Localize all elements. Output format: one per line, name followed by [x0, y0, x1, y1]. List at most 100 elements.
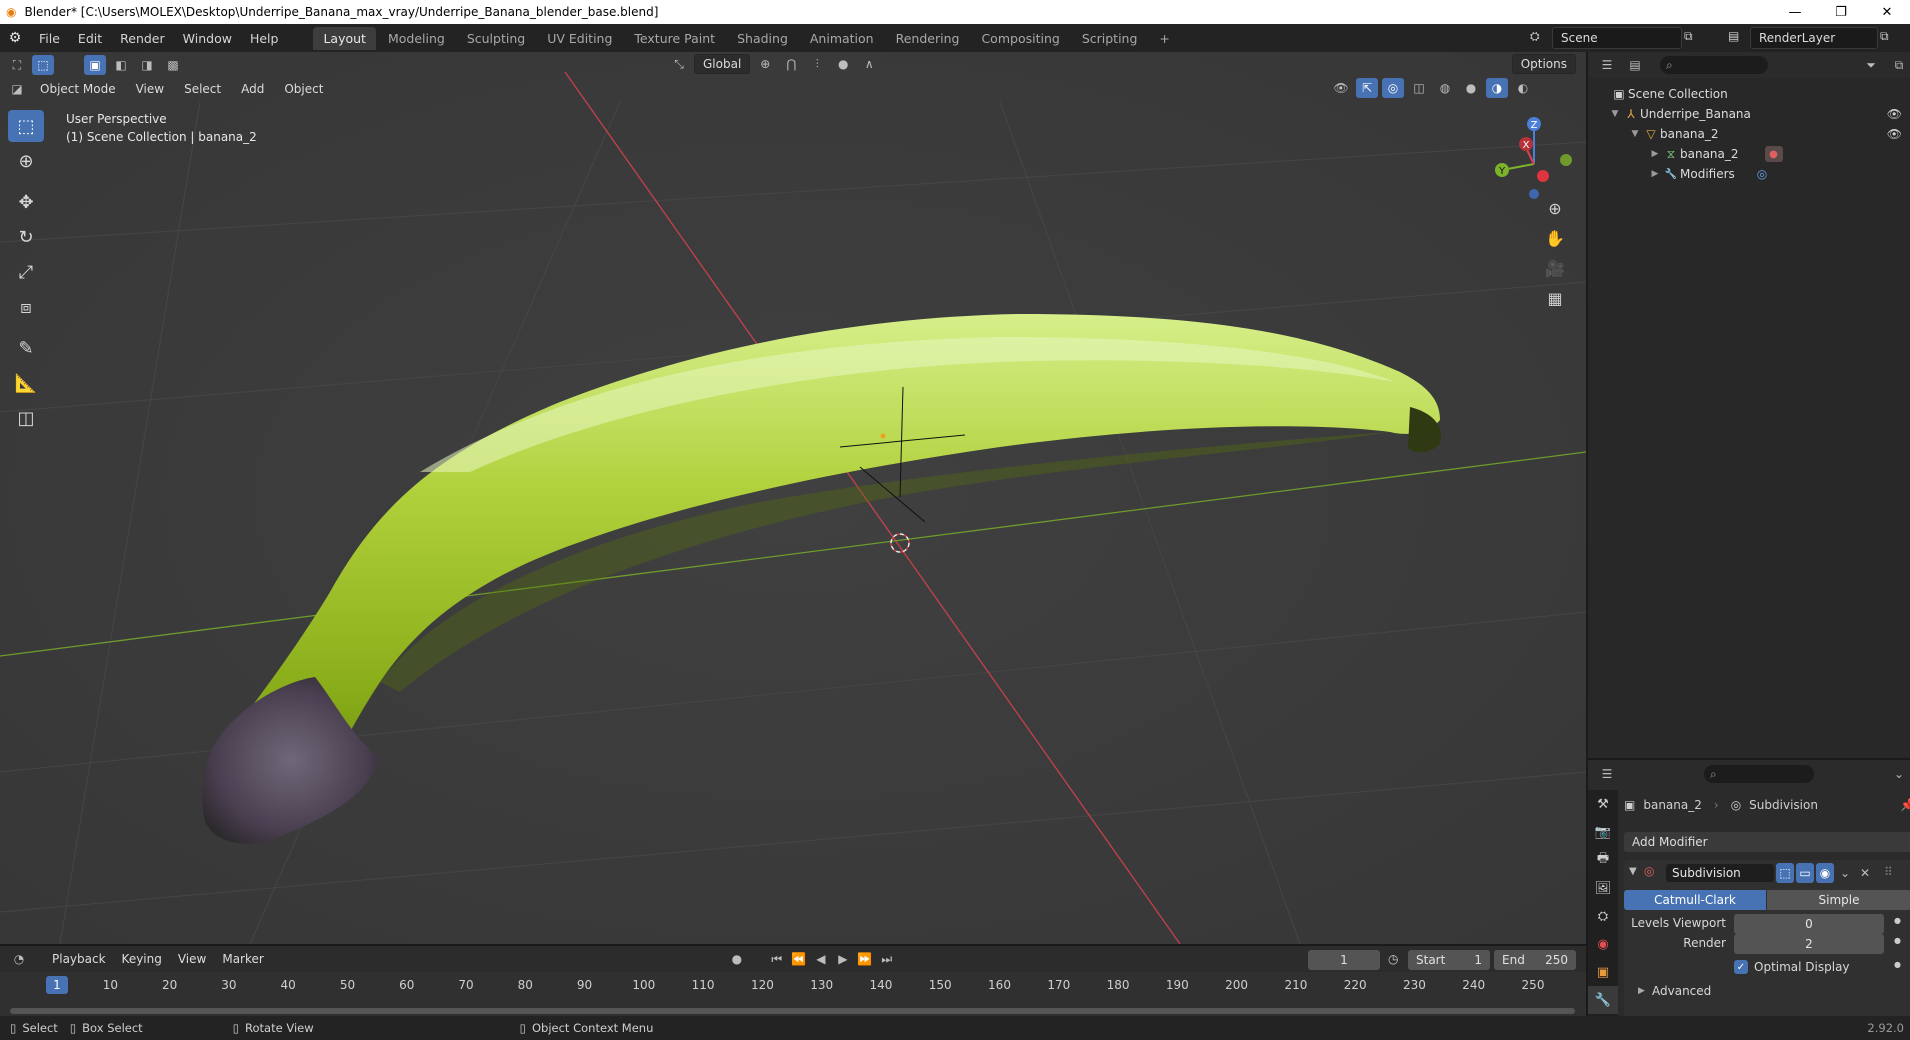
- timeline-editor-type-icon[interactable]: ◔: [8, 949, 30, 969]
- mode-dropdown[interactable]: Object Mode: [32, 80, 124, 98]
- close-button[interactable]: ✕: [1864, 0, 1910, 24]
- select-invert-icon[interactable]: ▩: [162, 55, 184, 75]
- jump-keyframe-back-icon[interactable]: ⏪: [788, 949, 810, 969]
- jump-end-icon[interactable]: ⏭: [876, 949, 898, 969]
- keyframe-dot-icon[interactable]: ●: [1894, 960, 1901, 969]
- menu-timeline-view[interactable]: View: [170, 950, 214, 968]
- properties-editor-type-icon[interactable]: ☰: [1596, 764, 1618, 784]
- menu-edit[interactable]: Edit: [69, 31, 111, 46]
- restore-button[interactable]: ❐: [1818, 0, 1864, 24]
- pan-hand-icon[interactable]: ✋: [1540, 224, 1570, 252]
- orientation-icon[interactable]: ⤡: [668, 54, 690, 74]
- object-tab-icon[interactable]: ▣: [1588, 958, 1618, 986]
- jump-start-icon[interactable]: ⏮: [766, 949, 788, 969]
- tab-animation[interactable]: Animation: [800, 27, 884, 50]
- outliner-row-banana-object[interactable]: ▼ ▽ banana_2 👁: [1588, 124, 1910, 144]
- menu-file[interactable]: File: [30, 31, 69, 46]
- optimal-display-checkbox[interactable]: ✓: [1734, 960, 1748, 974]
- blender-menu-icon[interactable]: ⚙: [0, 30, 30, 46]
- snap-icon[interactable]: ⋂: [780, 54, 802, 74]
- remove-modifier-icon[interactable]: ✕: [1856, 863, 1874, 883]
- outliner-row-underripe-banana[interactable]: ▼ ⅄ Underripe_Banana 👁: [1588, 104, 1910, 124]
- levels-viewport-field[interactable]: 0: [1734, 914, 1884, 934]
- add-cube-tool-icon[interactable]: ◫: [8, 402, 44, 434]
- menu-window[interactable]: Window: [174, 31, 241, 46]
- overlays-icon[interactable]: ◎: [1382, 78, 1404, 98]
- menu-render[interactable]: Render: [111, 31, 174, 46]
- display-mode-icon[interactable]: ▤: [1624, 55, 1646, 75]
- scale-tool-icon[interactable]: ⤢: [8, 256, 44, 288]
- rendered-shading-icon[interactable]: ◐: [1512, 78, 1534, 98]
- tab-texture-paint[interactable]: Texture Paint: [624, 27, 725, 50]
- playhead[interactable]: 1: [46, 976, 68, 994]
- timeline-scrollbar[interactable]: [10, 1008, 1575, 1014]
- measure-tool-icon[interactable]: 📐: [8, 367, 44, 399]
- material-icon[interactable]: ●: [1764, 146, 1783, 162]
- new-scene-icon[interactable]: ⧉: [1684, 29, 1693, 44]
- modifier-menu-chevron-icon[interactable]: ⌄: [1836, 863, 1854, 883]
- cursor-tool-icon[interactable]: ⊕: [8, 145, 44, 177]
- panel-collapse-arrow-icon[interactable]: ▼: [1629, 866, 1637, 877]
- viewport-toggle-icon[interactable]: ▭: [1796, 863, 1814, 883]
- scene-tab-icon[interactable]: ⛭: [1588, 902, 1618, 930]
- ortho-toggle-icon[interactable]: ▦: [1540, 284, 1570, 312]
- outliner-row-banana-mesh[interactable]: ▶ ⧖ banana_2 ●: [1588, 144, 1910, 164]
- filter-icon[interactable]: ⏷: [1860, 55, 1882, 75]
- render-toggle-icon[interactable]: ◉: [1816, 863, 1834, 883]
- visibility-eye-icon[interactable]: 👁: [1887, 127, 1902, 141]
- select-box-tool-icon[interactable]: ⬚: [8, 110, 44, 142]
- collapse-arrow-icon[interactable]: ▶: [1648, 149, 1662, 159]
- tab-modeling[interactable]: Modeling: [378, 27, 455, 50]
- outliner-scene-collection[interactable]: ▣ Scene Collection: [1588, 84, 1910, 104]
- render-layer-icon[interactable]: ▤: [1728, 29, 1739, 43]
- new-collection-icon[interactable]: ⧉: [1888, 55, 1910, 75]
- menu-object[interactable]: Object: [276, 80, 331, 98]
- rotate-tool-icon[interactable]: ↻: [8, 221, 44, 253]
- pivot-point-icon[interactable]: ⊕: [754, 54, 776, 74]
- transform-orientation-dropdown[interactable]: Global: [694, 54, 751, 74]
- select-subtract-icon[interactable]: ◨: [136, 55, 158, 75]
- menu-keying[interactable]: Keying: [114, 950, 170, 968]
- falloff-icon[interactable]: ∧: [858, 54, 880, 74]
- subdivision-modifier-icon[interactable]: ◎: [1757, 167, 1767, 181]
- add-modifier-dropdown[interactable]: Add Modifier: [1624, 832, 1910, 852]
- preview-range-icon[interactable]: ◷: [1388, 952, 1398, 966]
- navigation-gizmo[interactable]: Z Y X: [1490, 114, 1580, 204]
- tool-tab-icon[interactable]: ⚒: [1588, 790, 1618, 818]
- render-levels-field[interactable]: 2: [1734, 934, 1884, 954]
- drag-handle-icon[interactable]: ⠿: [1884, 865, 1893, 879]
- zoom-icon[interactable]: ⊕: [1540, 194, 1570, 222]
- solid-shading-icon[interactable]: ●: [1460, 78, 1482, 98]
- tab-compositing[interactable]: Compositing: [971, 27, 1069, 50]
- tab-scripting[interactable]: Scripting: [1072, 27, 1148, 50]
- view-layer-tab-icon[interactable]: 🖼: [1588, 874, 1618, 902]
- current-frame-field[interactable]: 1: [1308, 950, 1380, 970]
- render-tab-icon[interactable]: 📷: [1588, 818, 1618, 846]
- wireframe-shading-icon[interactable]: ◍: [1434, 78, 1456, 98]
- minimize-button[interactable]: —: [1772, 0, 1818, 24]
- outliner-editor-type-icon[interactable]: ☰: [1596, 55, 1618, 75]
- expand-arrow-icon[interactable]: ▼: [1628, 129, 1642, 139]
- tab-uv-editing[interactable]: UV Editing: [537, 27, 622, 50]
- menu-view[interactable]: View: [128, 80, 172, 98]
- simple-button[interactable]: Simple: [1767, 890, 1910, 910]
- select-mode-icon[interactable]: ⬚: [32, 55, 54, 75]
- material-shading-icon[interactable]: ◑: [1486, 78, 1508, 98]
- menu-add[interactable]: Add: [233, 80, 272, 98]
- render-layer-selector[interactable]: RenderLayer: [1750, 27, 1878, 49]
- visibility-icon[interactable]: 👁: [1330, 78, 1352, 98]
- tab-sculpting[interactable]: Sculpting: [457, 27, 535, 50]
- snap-target-icon[interactable]: ⫶: [806, 54, 828, 74]
- visibility-eye-icon[interactable]: 👁: [1887, 107, 1902, 121]
- outliner-search-input[interactable]: ⌕: [1660, 56, 1768, 74]
- select-extend-icon[interactable]: ◧: [110, 55, 132, 75]
- pin-icon[interactable]: 📌: [1900, 798, 1910, 812]
- menu-playback[interactable]: Playback: [44, 950, 114, 968]
- new-render-layer-icon[interactable]: ⧉: [1880, 29, 1889, 44]
- 3d-viewport[interactable]: ⛶ ⬚ ▣ ◧ ◨ ▩ ⤡ Global ⊕ ⋂ ⫶ ● ∧ Options ◪…: [0, 52, 1586, 944]
- transform-tool-icon[interactable]: ⧈: [8, 291, 44, 323]
- start-frame-field[interactable]: Start 1: [1408, 950, 1490, 970]
- menu-select[interactable]: Select: [176, 80, 229, 98]
- keyframe-dot-icon[interactable]: ●: [1894, 936, 1901, 945]
- proportional-edit-icon[interactable]: ●: [832, 54, 854, 74]
